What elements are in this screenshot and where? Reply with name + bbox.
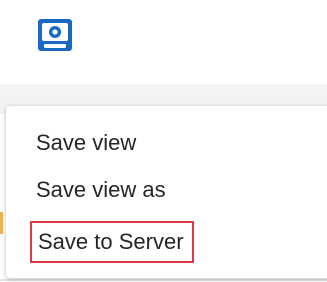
menu-item-save-view[interactable]: Save view <box>36 126 136 160</box>
menu-item-save-view-as[interactable]: Save view as <box>36 173 166 207</box>
edge-marker <box>0 212 3 234</box>
bottom-divider <box>0 279 327 281</box>
save-dropdown-menu: Save view Save view as Save to Server <box>6 106 327 278</box>
menu-item-save-to-server[interactable]: Save to Server <box>30 221 194 263</box>
save-icon[interactable] <box>34 16 76 56</box>
